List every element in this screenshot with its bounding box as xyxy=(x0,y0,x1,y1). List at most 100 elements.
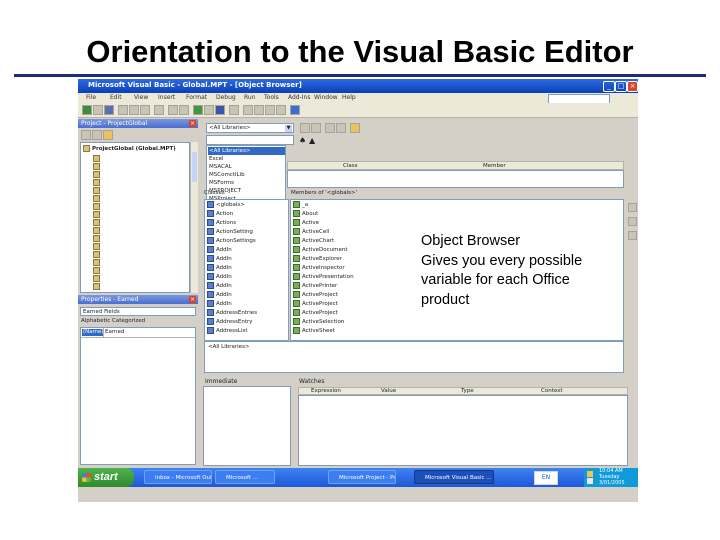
menu-addins[interactable]: Add-Ins xyxy=(288,94,310,101)
library-option[interactable]: MSACAL xyxy=(208,163,285,171)
menu-insert[interactable]: Insert xyxy=(158,94,175,101)
project-tree-item[interactable] xyxy=(93,259,102,267)
class-column-header[interactable]: Class xyxy=(343,163,357,169)
class-item[interactable]: AddIn xyxy=(207,300,232,308)
class-item[interactable]: AddressList xyxy=(207,327,248,335)
member-item[interactable]: ActiveProject xyxy=(293,291,338,299)
task-visual-basic[interactable]: Microsoft Visual Basic ... xyxy=(414,470,494,484)
menu-view[interactable]: View xyxy=(134,94,148,101)
help-icon[interactable] xyxy=(290,105,300,115)
forward-icon[interactable] xyxy=(311,123,321,133)
project-tree-item[interactable] xyxy=(93,251,102,259)
class-item[interactable]: AddIn xyxy=(207,264,232,272)
library-option[interactable]: MSForms xyxy=(208,179,285,187)
library-combo[interactable]: <All Libraries> ▼ xyxy=(206,123,294,133)
save-icon[interactable] xyxy=(104,105,114,115)
project-tree-item[interactable] xyxy=(93,187,102,195)
project-root[interactable]: ProjectGlobal (Global.MPT) xyxy=(83,145,176,153)
member-column-header[interactable]: Member xyxy=(483,163,506,169)
tray-volume-icon[interactable] xyxy=(587,471,593,477)
view-object-icon[interactable] xyxy=(92,130,102,140)
menu-run[interactable]: Run xyxy=(244,94,256,101)
browser-help-icon[interactable] xyxy=(350,123,360,133)
library-option[interactable]: MSComctlLib xyxy=(208,171,285,179)
watch-col-context[interactable]: Context xyxy=(541,388,563,394)
start-button[interactable]: start xyxy=(78,468,134,487)
project-tree-item[interactable] xyxy=(93,219,102,227)
maximize-button[interactable]: □ xyxy=(615,81,627,92)
menu-file[interactable]: File xyxy=(86,94,96,101)
copy-icon[interactable] xyxy=(129,105,139,115)
insert-module-icon[interactable] xyxy=(93,105,103,115)
class-item[interactable]: Actions xyxy=(207,219,236,227)
language-indicator[interactable]: EN xyxy=(534,471,558,485)
mdi-close-icon[interactable] xyxy=(628,231,637,240)
property-name[interactable]: (Name) xyxy=(82,329,104,336)
redo-icon[interactable] xyxy=(179,105,189,115)
member-item[interactable]: About xyxy=(293,210,318,218)
class-item[interactable]: AddressEntries xyxy=(207,309,257,317)
class-item[interactable]: ActionSetting xyxy=(207,228,253,236)
view-definition-icon[interactable] xyxy=(336,123,346,133)
run-icon[interactable] xyxy=(193,105,203,115)
reset-icon[interactable] xyxy=(215,105,225,115)
tab-alphabetic[interactable]: Alphabetic xyxy=(81,318,110,324)
back-icon[interactable] xyxy=(300,123,310,133)
class-item[interactable]: Action xyxy=(207,210,233,218)
class-item[interactable]: ActionSettings xyxy=(207,237,256,245)
project-scrollbar[interactable] xyxy=(190,142,198,293)
tab-categorized[interactable]: Categorized xyxy=(112,318,145,324)
library-option[interactable]: <All Libraries> xyxy=(208,147,285,155)
view-code-icon[interactable] xyxy=(81,130,91,140)
project-explorer-icon[interactable] xyxy=(243,105,253,115)
member-item[interactable]: ActiveCell xyxy=(293,228,329,236)
member-item[interactable]: ActiveDocument xyxy=(293,246,348,254)
watches-pane[interactable] xyxy=(298,395,628,466)
tray-network-icon[interactable] xyxy=(587,478,593,484)
close-button[interactable]: × xyxy=(627,81,638,92)
class-item[interactable]: AddIn xyxy=(207,246,232,254)
task-inbox[interactable]: Inbox - Microsoft Out... xyxy=(144,470,212,484)
clock[interactable]: 10:04 AM Tuesday 3/01/2005 xyxy=(599,468,625,486)
menu-edit[interactable]: Edit xyxy=(110,94,122,101)
copy-clipboard-icon[interactable] xyxy=(325,123,335,133)
member-item[interactable]: _a xyxy=(293,201,308,209)
paste-icon[interactable] xyxy=(140,105,150,115)
project-close-icon[interactable]: × xyxy=(189,120,196,127)
member-item[interactable]: ActiveChart xyxy=(293,237,334,245)
mdi-minimize-icon[interactable] xyxy=(628,203,637,212)
class-item[interactable]: AddIn xyxy=(207,255,232,263)
watch-col-value[interactable]: Value xyxy=(381,388,396,394)
library-option[interactable]: Excel xyxy=(208,155,285,163)
class-item[interactable]: AddressEntry xyxy=(207,318,253,326)
member-item[interactable]: ActiveSelection xyxy=(293,318,344,326)
project-tree-item[interactable] xyxy=(93,227,102,235)
project-tree-item[interactable] xyxy=(93,163,102,171)
toolbox-icon[interactable] xyxy=(276,105,286,115)
member-item[interactable]: ActivePresentation xyxy=(293,273,354,281)
menu-format[interactable]: Format xyxy=(186,94,207,101)
class-item[interactable]: AddIn xyxy=(207,282,232,290)
minimize-button[interactable]: _ xyxy=(603,81,615,92)
class-item[interactable]: AddIn xyxy=(207,291,232,299)
project-tree-item[interactable] xyxy=(93,283,102,291)
class-item[interactable]: <globals> xyxy=(207,201,245,209)
find-icon[interactable] xyxy=(154,105,164,115)
project-tree-item[interactable] xyxy=(93,275,102,283)
break-icon[interactable] xyxy=(204,105,214,115)
member-item[interactable]: ActivePrinter xyxy=(293,282,337,290)
member-item[interactable]: ActiveInspector xyxy=(293,264,345,272)
immediate-pane[interactable] xyxy=(203,386,291,466)
properties-close-icon[interactable]: × xyxy=(189,296,196,303)
project-tree-item[interactable] xyxy=(93,179,102,187)
class-item[interactable]: AddIn xyxy=(207,273,232,281)
member-item[interactable]: ActiveExplorer xyxy=(293,255,342,263)
object-browser-icon[interactable] xyxy=(265,105,275,115)
project-tree-item[interactable] xyxy=(93,195,102,203)
mdi-restore-icon[interactable] xyxy=(628,217,637,226)
cut-icon[interactable] xyxy=(118,105,128,115)
properties-object-combo[interactable]: Earned Fields xyxy=(80,307,196,316)
project-tree-item[interactable] xyxy=(93,243,102,251)
menu-tools[interactable]: Tools xyxy=(264,94,279,101)
menu-window[interactable]: Window xyxy=(314,94,338,101)
